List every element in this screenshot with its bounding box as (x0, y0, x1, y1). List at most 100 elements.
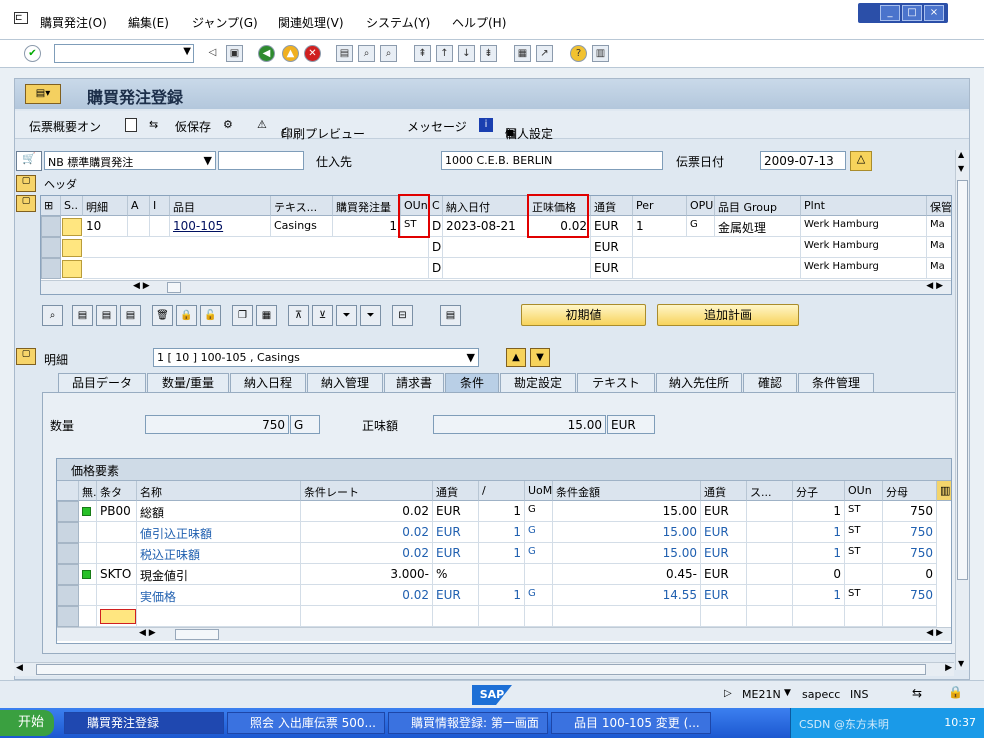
menu-purchase-order[interactable]: 購買発注(O) (40, 14, 107, 31)
cond-name-cell[interactable]: 現金値引 (137, 564, 301, 585)
task-material-change[interactable]: 品目 100-105 変更 (... (551, 712, 711, 734)
add-planning-button[interactable]: 追加計画 (657, 304, 799, 326)
empty-cell[interactable] (845, 606, 883, 627)
new-condition-input[interactable] (100, 609, 136, 624)
minimize-button[interactable]: _ (880, 5, 900, 21)
cond-den-cell[interactable]: 750 (883, 522, 937, 543)
empty-cell[interactable] (883, 606, 937, 627)
opu-cell[interactable]: G (687, 216, 715, 237)
status-cell[interactable] (62, 260, 82, 278)
start-button[interactable]: 开始 (0, 710, 54, 736)
currency-cell[interactable]: EUR (591, 258, 633, 279)
cond-per-cell[interactable]: 1 (479, 585, 525, 606)
tab-account-assignment[interactable]: 勘定設定 (500, 373, 576, 392)
cond-num-cell[interactable]: 1 (793, 543, 845, 564)
cond-name-cell[interactable]: 税込正味額 (137, 543, 301, 564)
cond-type-cell[interactable] (97, 585, 137, 606)
row-selector[interactable] (57, 564, 79, 585)
row-selector[interactable] (57, 501, 79, 522)
pricing-horizontal-scrollbar[interactable]: ◀ ▶ ◀ ▶ (57, 627, 951, 641)
cond-oun-cell[interactable]: ST (845, 543, 883, 564)
cond-uom-cell[interactable]: G (525, 522, 553, 543)
subtotal-icon[interactable]: ⊟ (392, 305, 413, 326)
item-detail-icon[interactable]: ⌕ (42, 305, 63, 326)
currency-cell[interactable]: EUR (591, 216, 633, 237)
cond-cur-cell[interactable]: EUR (433, 522, 479, 543)
text-cell[interactable]: Casings (271, 216, 333, 237)
cond-uom-cell[interactable]: G (525, 501, 553, 522)
cond-rate-cell[interactable]: 0.02 (301, 543, 433, 564)
shortcut-icon[interactable]: ↗ (536, 45, 553, 62)
cond-cur2-cell[interactable]: EUR (701, 522, 747, 543)
cond-num-cell[interactable]: 1 (793, 585, 845, 606)
task-material-document[interactable]: 照会 入出庫伝票 500... (227, 712, 385, 734)
item-number-cell[interactable]: 10 (83, 216, 128, 237)
cond-cur-cell[interactable]: EUR (433, 585, 479, 606)
plant-cell[interactable]: Werk Hamburg (801, 237, 927, 258)
empty-cell[interactable] (479, 606, 525, 627)
sort-desc-icon[interactable]: ⊻ (312, 305, 333, 326)
cond-num-cell[interactable]: 1 (793, 522, 845, 543)
help-icon[interactable]: ? (570, 45, 587, 62)
tab-conditions[interactable]: 条件 (445, 373, 499, 392)
select-all-icon[interactable]: ▤ (72, 305, 93, 326)
table-settings-icon[interactable]: ▥ (937, 481, 951, 501)
first-page-icon[interactable]: ⇞ (414, 45, 431, 62)
cond-num-cell[interactable]: 0 (793, 564, 845, 585)
cond-per-cell[interactable] (479, 564, 525, 585)
row-selector[interactable] (41, 258, 61, 279)
select-block-icon[interactable]: ▤ (120, 305, 141, 326)
status-cell[interactable] (79, 564, 97, 585)
tab-confirmations[interactable]: 確認 (743, 373, 797, 392)
status-cell[interactable] (62, 218, 82, 236)
empty-cell[interactable] (553, 606, 701, 627)
cond-cur-cell[interactable]: EUR (433, 501, 479, 522)
empty-cell[interactable] (433, 606, 479, 627)
items-horizontal-scrollbar[interactable]: ◀ ▶ ◀ ▶ (41, 280, 951, 294)
account-cell[interactable] (128, 216, 150, 237)
menu-goto[interactable]: ジャンプ(G) (192, 14, 258, 31)
close-button[interactable]: × (924, 5, 944, 21)
empty-cell[interactable] (701, 606, 747, 627)
layout-menu-icon[interactable]: ▥ (592, 45, 609, 62)
cond-uom-cell[interactable]: G (525, 585, 553, 606)
row-selector[interactable] (57, 522, 79, 543)
cond-type-cell[interactable]: PB00 (97, 501, 137, 522)
empty-cell[interactable] (747, 543, 793, 564)
material-group-cell[interactable]: 金属処理 (715, 216, 801, 237)
unlock-icon[interactable]: 🔓 (200, 305, 221, 326)
row-selector[interactable] (57, 585, 79, 606)
empty-cell[interactable] (793, 606, 845, 627)
chevron-down-icon[interactable]: ▼ (784, 688, 791, 698)
storage-cell[interactable]: Ma (927, 216, 951, 237)
cancel-icon[interactable]: ✕ (304, 45, 321, 62)
tab-quantities-weights[interactable]: 数量/重量 (147, 373, 229, 392)
cond-den-cell[interactable]: 0 (883, 564, 937, 585)
menu-help[interactable]: ヘルプ(H) (452, 14, 506, 31)
cond-den-cell[interactable]: 750 (883, 543, 937, 564)
warning-button[interactable]: △ (850, 151, 872, 171)
cond-rate-cell[interactable]: 0.02 (301, 585, 433, 606)
messages-button[interactable]: メッセージ (407, 118, 467, 135)
po-number-field[interactable] (218, 151, 304, 170)
tab-condition-control[interactable]: 条件管理 (798, 373, 874, 392)
next-page-icon[interactable]: ↓ (458, 45, 475, 62)
plant-cell[interactable]: Werk Hamburg (801, 258, 927, 279)
cond-oun-cell[interactable]: ST (845, 585, 883, 606)
cond-amount-cell[interactable]: 0.45- (553, 564, 701, 585)
status-cell[interactable] (79, 522, 97, 543)
cond-den-cell[interactable]: 750 (883, 585, 937, 606)
plant-cell[interactable]: Werk Hamburg (801, 216, 927, 237)
storage-cell[interactable]: Ma (927, 237, 951, 258)
tab-delivery-address[interactable]: 納入先住所 (656, 373, 742, 392)
cond-amount-cell[interactable]: 14.55 (553, 585, 701, 606)
cond-uom-cell[interactable] (525, 564, 553, 585)
material-cell[interactable]: 100-105 (170, 216, 271, 237)
row-selector[interactable] (57, 543, 79, 564)
lock-icon[interactable]: 🔒 (176, 305, 197, 326)
tab-texts[interactable]: テキスト (577, 373, 655, 392)
cond-amount-cell[interactable]: 15.00 (553, 501, 701, 522)
menu-system[interactable]: システム(Y) (366, 14, 430, 31)
collapse-detail-icon[interactable]: ▢ (16, 348, 36, 365)
empty-cell[interactable] (137, 606, 301, 627)
